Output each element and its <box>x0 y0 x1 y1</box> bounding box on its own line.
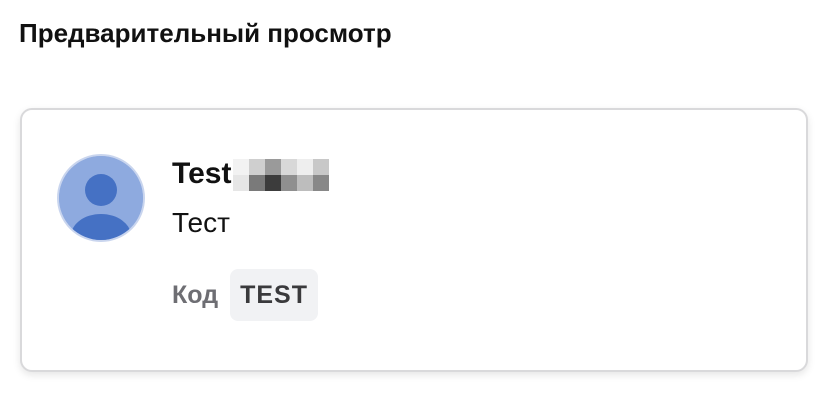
preview-page: Предварительный просмотр Test Тест Код T… <box>0 0 828 400</box>
user-avatar-icon <box>57 154 145 242</box>
code-row: Код TEST <box>172 268 318 322</box>
code-label: Код <box>172 280 219 309</box>
redacted-name-pixelation <box>233 159 330 191</box>
user-name: Test <box>172 157 232 190</box>
page-title: Предварительный просмотр <box>19 18 392 48</box>
preview-card: Test Тест Код TEST <box>20 108 808 372</box>
user-name-row: Test <box>172 154 330 194</box>
user-subtitle: Тест <box>172 207 230 238</box>
code-badge: TEST <box>230 269 318 321</box>
